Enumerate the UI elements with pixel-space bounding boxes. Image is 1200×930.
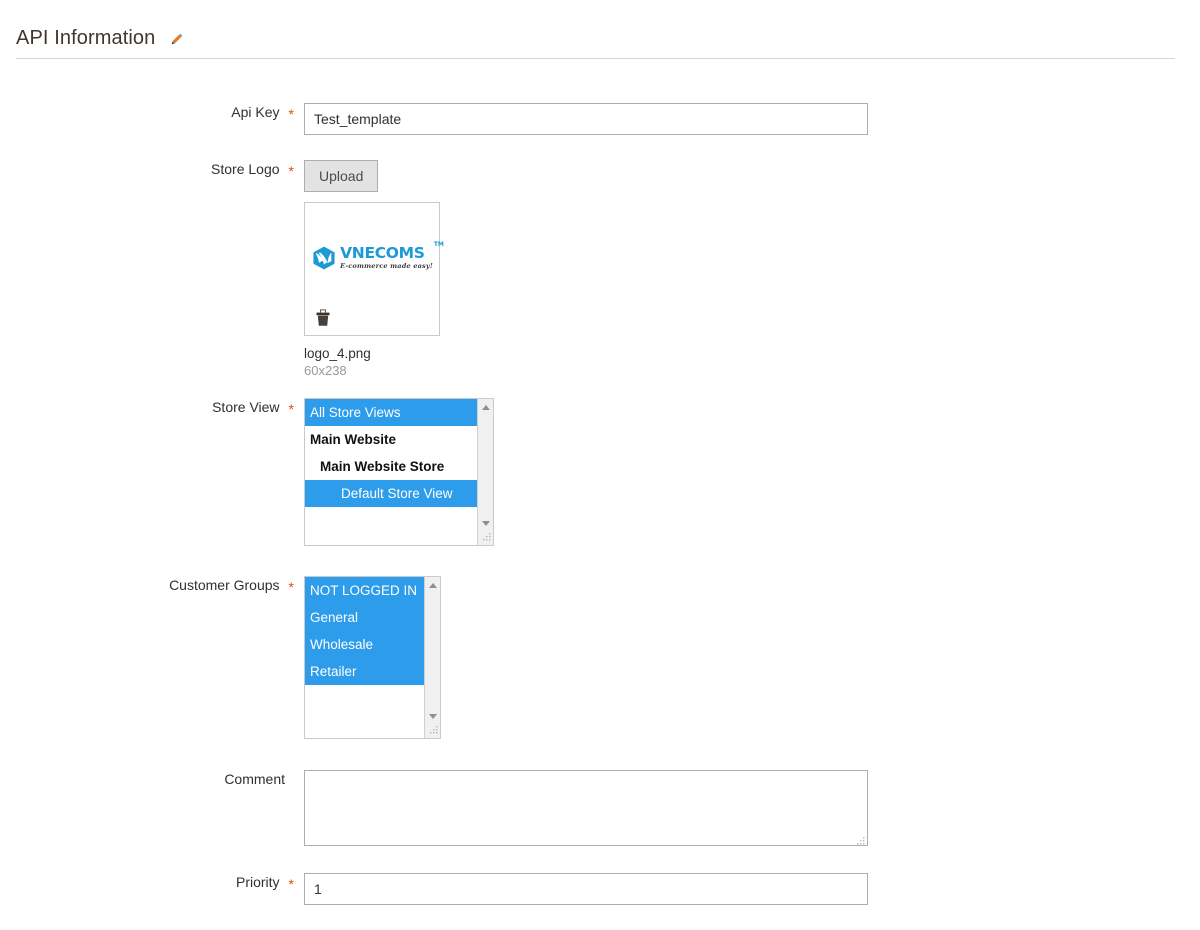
control-api-key: [304, 103, 868, 135]
store-view-multiselect[interactable]: All Store Views Main Website Main Websit…: [304, 398, 494, 546]
store-view-option[interactable]: Default Store View: [305, 480, 477, 507]
required-marker: *: [289, 107, 294, 121]
control-priority: [304, 873, 868, 905]
vnecoms-mark-icon: [311, 245, 337, 271]
page-title: API Information: [16, 26, 155, 50]
control-comment: [304, 770, 868, 851]
logo-tagline: E-commerce made easy!: [340, 262, 433, 271]
control-customer-groups: NOT LOGGED IN General Wholesale Retailer: [304, 576, 441, 739]
scroll-down-icon[interactable]: [478, 515, 494, 531]
required-marker: *: [289, 580, 294, 594]
store-view-scrollbar[interactable]: [477, 399, 493, 545]
api-key-input[interactable]: [304, 103, 868, 135]
api-information-page: API Information Api Key * Store Logo *: [0, 0, 1200, 930]
customer-groups-options[interactable]: NOT LOGGED IN General Wholesale Retailer: [305, 577, 424, 738]
field-api-key: Api Key *: [16, 103, 868, 135]
field-store-view: Store View * All Store Views Main Websit…: [16, 398, 494, 546]
control-store-logo: Upload VNECOMS TM E-commerce ma: [304, 160, 440, 379]
label-store-logo: Store Logo *: [16, 160, 304, 178]
store-view-option[interactable]: All Store Views: [305, 399, 477, 426]
required-marker: *: [289, 164, 294, 178]
required-marker: *: [289, 877, 294, 891]
customer-group-option[interactable]: NOT LOGGED IN: [305, 577, 424, 604]
upload-button[interactable]: Upload: [304, 160, 378, 192]
customer-group-option[interactable]: Retailer: [305, 658, 424, 685]
customer-group-option[interactable]: General: [305, 604, 424, 631]
control-store-view: All Store Views Main Website Main Websit…: [304, 398, 494, 546]
label-customer-groups: Customer Groups *: [16, 576, 304, 594]
field-priority: Priority *: [16, 873, 868, 905]
label-api-key: Api Key *: [16, 103, 304, 121]
customer-groups-scrollbar[interactable]: [424, 577, 440, 738]
pencil-icon[interactable]: [169, 31, 185, 47]
logo-file-dimensions: 60x238: [304, 362, 440, 379]
store-view-option[interactable]: Main Website: [305, 426, 477, 453]
scroll-up-icon[interactable]: [425, 577, 441, 593]
label-priority: Priority *: [16, 873, 304, 891]
vnecoms-wordmark: VNECOMS TM E-commerce made easy!: [340, 246, 433, 271]
logo-file-name: logo_4.png: [304, 345, 440, 362]
customer-group-option[interactable]: Wholesale: [305, 631, 424, 658]
field-store-logo: Store Logo * Upload VNECOMS: [16, 160, 440, 379]
store-view-option[interactable]: Main Website Store: [305, 453, 477, 480]
header-divider: [16, 58, 1175, 59]
customer-groups-multiselect[interactable]: NOT LOGGED IN General Wholesale Retailer: [304, 576, 441, 739]
vnecoms-logo: VNECOMS TM E-commerce made easy!: [311, 245, 433, 271]
trademark-mark: TM: [434, 241, 444, 248]
logo-image: VNECOMS TM E-commerce made easy!: [305, 245, 439, 271]
label-comment: Comment: [16, 770, 304, 788]
comment-textarea[interactable]: [304, 770, 868, 846]
scroll-down-icon[interactable]: [425, 708, 441, 724]
label-store-view: Store View *: [16, 398, 304, 416]
priority-input[interactable]: [304, 873, 868, 905]
section-header: API Information: [16, 18, 1176, 58]
field-comment: Comment: [16, 770, 868, 851]
store-view-options[interactable]: All Store Views Main Website Main Websit…: [305, 399, 477, 545]
scroll-up-icon[interactable]: [478, 399, 494, 415]
logo-preview-box: VNECOMS TM E-commerce made easy!: [304, 202, 440, 336]
trash-icon[interactable]: [315, 309, 331, 327]
required-marker: *: [289, 402, 294, 416]
field-customer-groups: Customer Groups * NOT LOGGED IN General …: [16, 576, 441, 739]
